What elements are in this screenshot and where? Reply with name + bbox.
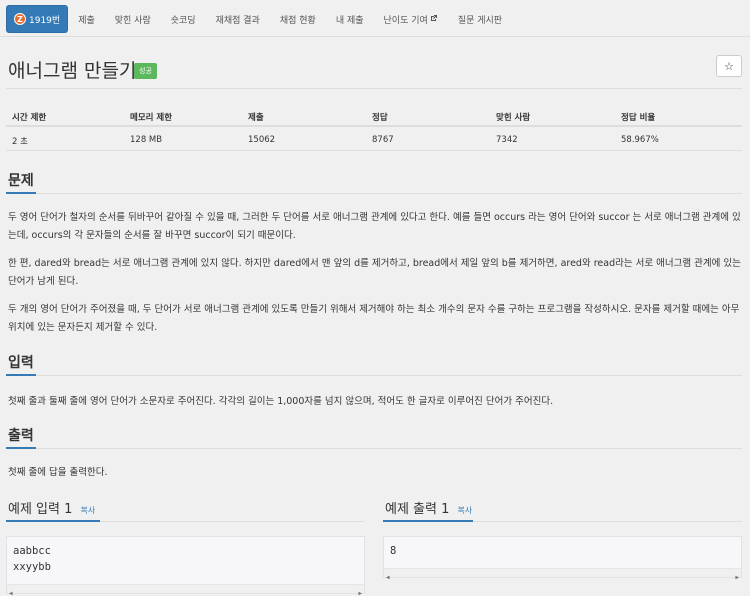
description-paragraph-3: 두 개의 영어 단어가 주어졌을 때, 두 단어가 서로 애너그램 관계에 있도… [8, 304, 740, 333]
scroll-left-icon[interactable]: ◀ [386, 570, 390, 586]
table-header-row: 시간 제한 메모리 제한 제출 정답 맞힌 사람 정답 비율 [6, 105, 742, 127]
sample-output-box: 8 ◀ ▶ [383, 536, 742, 581]
tab-judge-status[interactable]: 채점 현황 [270, 5, 326, 33]
value-accepted: 8767 [372, 135, 394, 145]
tab-question-board[interactable]: 질문 게시판 [448, 5, 512, 33]
output-divider [6, 448, 742, 449]
tab-problem-number[interactable]: Z 1919번 [6, 5, 69, 33]
header-time-limit: 시간 제한 [12, 113, 47, 123]
sample-input-underline [6, 520, 100, 522]
page-title: 애너그램 만들기 [8, 60, 137, 82]
input-title: 입력 [8, 355, 34, 371]
scroll-right-icon[interactable]: ▶ [735, 570, 739, 586]
value-solved-users: 7342 [496, 135, 518, 145]
input-text: 첫째 줄과 둘째 줄에 영어 단어가 소문자로 주어진다. 각각의 길이는 1,… [8, 396, 554, 407]
sample-input-scrollbar[interactable]: ◀ ▶ [7, 584, 364, 596]
header-accept-ratio: 정답 비율 [621, 113, 656, 123]
value-accept-ratio: 58.967% [621, 135, 659, 145]
sample-input-number: 1 [64, 502, 73, 517]
sample-output-underline [383, 520, 473, 522]
description-divider [6, 193, 742, 194]
value-submissions: 15062 [248, 135, 276, 145]
sample-input-label: 예제 입력 [8, 502, 60, 517]
output-underline [6, 447, 36, 449]
tabs-divider [0, 36, 750, 37]
tier-icon: Z [14, 13, 26, 25]
output-title: 출력 [8, 428, 34, 444]
sample-output-number: 1 [441, 502, 450, 517]
header-accepted: 정답 [372, 113, 388, 123]
output-text: 첫째 줄에 답을 출력한다. [8, 467, 108, 478]
sample-input-heading: 예제 입력 1 복사 [8, 498, 95, 517]
sample-input-line-2: xxyybb [13, 561, 51, 573]
tab-rejudge-results[interactable]: 재채점 결과 [206, 5, 270, 33]
description-title: 문제 [8, 173, 34, 189]
tab-problem-number-label: 1919번 [29, 15, 61, 26]
input-divider [6, 375, 742, 376]
problem-info-table: 시간 제한 메모리 제한 제출 정답 맞힌 사람 정답 비율 2 초 128 M… [6, 105, 742, 151]
input-underline [6, 374, 36, 376]
status-badge: 성공 [134, 63, 157, 79]
sample-input-box: aabbcc xxyybb ◀ ▶ [6, 536, 365, 596]
sample-input-line-1: aabbcc [13, 545, 51, 557]
tab-difficulty-label: 난이도 기여 [383, 15, 428, 26]
star-icon: ☆ [724, 59, 734, 73]
sample-output-scrollbar[interactable]: ◀ ▶ [384, 568, 741, 581]
tab-solved-users[interactable]: 맞힌 사람 [105, 5, 161, 33]
tab-my-submissions[interactable]: 내 제출 [326, 5, 374, 33]
header-solved-users: 맞힌 사람 [496, 113, 531, 123]
sample-output-heading: 예제 출력 1 복사 [385, 498, 472, 517]
scroll-left-icon[interactable]: ◀ [9, 586, 13, 596]
tab-submit[interactable]: 제출 [68, 5, 105, 33]
star-button[interactable]: ☆ [716, 55, 742, 77]
scroll-right-icon[interactable]: ▶ [358, 586, 362, 596]
header-memory-limit: 메모리 제한 [130, 113, 173, 123]
description-paragraph-1: 두 영어 단어가 철자의 순서를 뒤바꾸어 같아질 수 있을 때, 그러한 두 … [8, 212, 741, 241]
tab-difficulty-contribution[interactable]: 난이도 기여 [374, 5, 448, 33]
external-link-icon [430, 14, 438, 24]
title-divider [6, 88, 742, 89]
tab-short-coding[interactable]: 숏코딩 [161, 5, 206, 33]
description-underline [6, 192, 36, 194]
description-paragraph-2: 한 편, dared와 bread는 서로 애너그램 관계에 있지 않다. 하지… [8, 258, 741, 287]
header-submissions: 제출 [248, 113, 264, 123]
sample-output-line-1: 8 [390, 545, 397, 557]
table-row: 2 초 128 MB 15062 8767 7342 58.967% [6, 127, 742, 151]
value-time-limit: 2 초 [12, 137, 28, 147]
sample-output-label: 예제 출력 [385, 502, 437, 517]
sample-input-copy-link[interactable]: 복사 [81, 506, 96, 515]
problem-nav-tabs: Z 1919번 제출 맞힌 사람 숏코딩 재채점 결과 채점 현황 내 제출 난… [6, 4, 512, 34]
value-memory-limit: 128 MB [130, 135, 163, 145]
sample-output-copy-link[interactable]: 복사 [458, 506, 473, 515]
